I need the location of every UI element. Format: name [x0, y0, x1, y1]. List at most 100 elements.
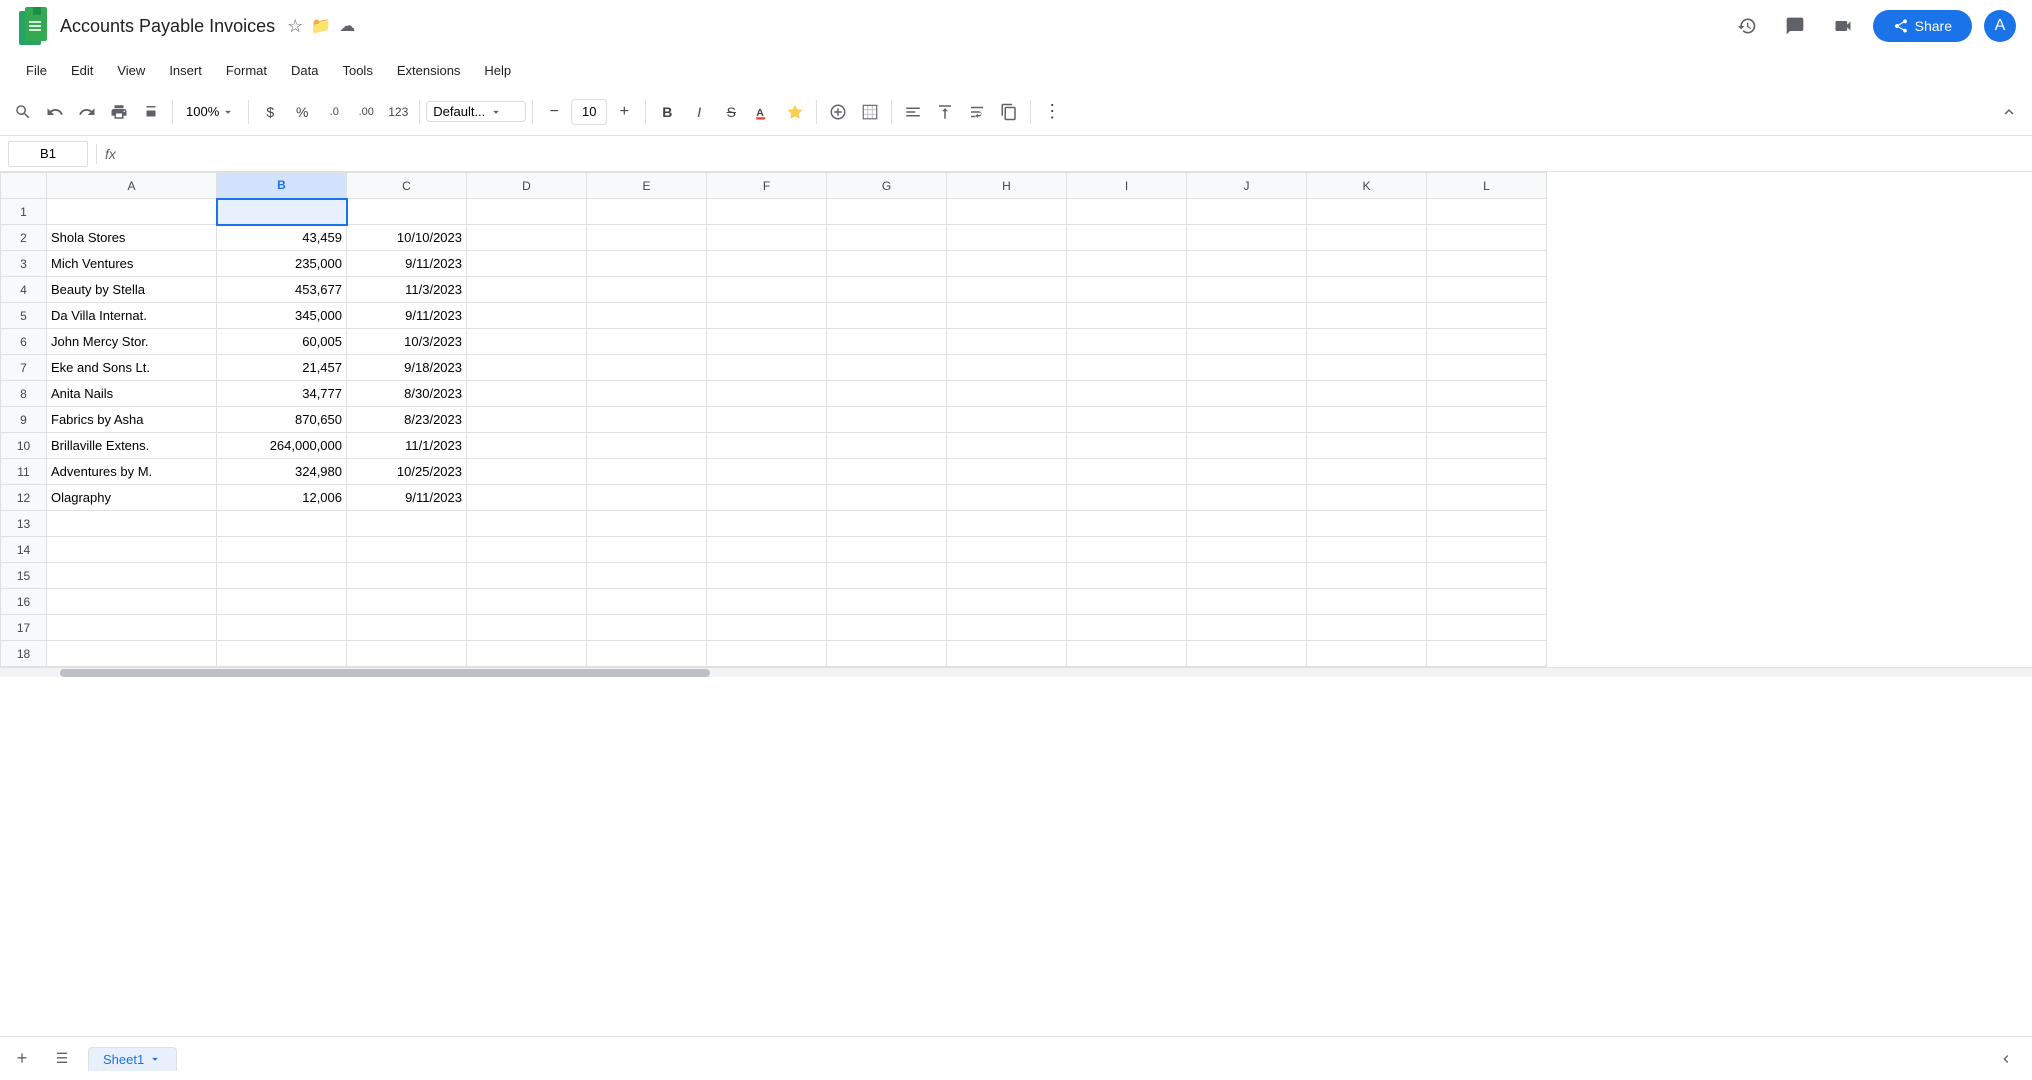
cell-f11[interactable]: [707, 459, 827, 485]
number-format-button[interactable]: 123: [383, 97, 413, 127]
cell-h6[interactable]: [947, 329, 1067, 355]
strikethrough-button[interactable]: S: [716, 97, 746, 127]
cell-b3[interactable]: 235,000: [217, 251, 347, 277]
col-header-j[interactable]: J: [1187, 173, 1307, 199]
cell-a7[interactable]: Eke and Sons Lt.: [47, 355, 217, 381]
cell-j13[interactable]: [1187, 511, 1307, 537]
currency-button[interactable]: $: [255, 97, 285, 127]
cell-b14[interactable]: [217, 537, 347, 563]
cell-b15[interactable]: [217, 563, 347, 589]
cell-e8[interactable]: [587, 381, 707, 407]
col-header-l[interactable]: L: [1427, 173, 1547, 199]
cell-g17[interactable]: [827, 615, 947, 641]
cell-a11[interactable]: Adventures by M.: [47, 459, 217, 485]
cell-f13[interactable]: [707, 511, 827, 537]
cell-g10[interactable]: [827, 433, 947, 459]
redo-button[interactable]: [72, 97, 102, 127]
cell-j4[interactable]: [1187, 277, 1307, 303]
cell-h14[interactable]: [947, 537, 1067, 563]
cell-b4[interactable]: 453,677: [217, 277, 347, 303]
menu-edit[interactable]: Edit: [61, 59, 103, 82]
cell-j10[interactable]: [1187, 433, 1307, 459]
row-number[interactable]: 8: [1, 381, 47, 407]
cell-c8[interactable]: 8/30/2023: [347, 381, 467, 407]
cell-c1[interactable]: [347, 199, 467, 225]
cell-j11[interactable]: [1187, 459, 1307, 485]
cell-f15[interactable]: [707, 563, 827, 589]
col-header-k[interactable]: K: [1307, 173, 1427, 199]
cell-j2[interactable]: [1187, 225, 1307, 251]
cell-k12[interactable]: [1307, 485, 1427, 511]
cell-e6[interactable]: [587, 329, 707, 355]
cell-k2[interactable]: [1307, 225, 1427, 251]
cell-l9[interactable]: [1427, 407, 1547, 433]
zoom-selector[interactable]: 100%: [179, 101, 242, 122]
cell-i8[interactable]: [1067, 381, 1187, 407]
col-header-d[interactable]: D: [467, 173, 587, 199]
cell-f2[interactable]: [707, 225, 827, 251]
cell-e2[interactable]: [587, 225, 707, 251]
cell-k11[interactable]: [1307, 459, 1427, 485]
cell-d3[interactable]: [467, 251, 587, 277]
cell-b11[interactable]: 324,980: [217, 459, 347, 485]
cell-c2[interactable]: 10/10/2023: [347, 225, 467, 251]
cell-f6[interactable]: [707, 329, 827, 355]
cell-b6[interactable]: 60,005: [217, 329, 347, 355]
font-selector[interactable]: Default...: [426, 101, 526, 122]
cell-l8[interactable]: [1427, 381, 1547, 407]
col-header-b[interactable]: B: [217, 173, 347, 199]
cell-e3[interactable]: [587, 251, 707, 277]
cell-g8[interactable]: [827, 381, 947, 407]
cell-f18[interactable]: [707, 641, 827, 667]
cell-d6[interactable]: [467, 329, 587, 355]
cell-b1[interactable]: [217, 199, 347, 225]
cell-h1[interactable]: [947, 199, 1067, 225]
cell-i14[interactable]: [1067, 537, 1187, 563]
cell-a1[interactable]: [47, 199, 217, 225]
cell-i11[interactable]: [1067, 459, 1187, 485]
cell-b12[interactable]: 12,006: [217, 485, 347, 511]
cell-j15[interactable]: [1187, 563, 1307, 589]
col-header-c[interactable]: C: [347, 173, 467, 199]
cell-j5[interactable]: [1187, 303, 1307, 329]
cell-f17[interactable]: [707, 615, 827, 641]
bold-button[interactable]: B: [652, 97, 682, 127]
cell-e11[interactable]: [587, 459, 707, 485]
cell-f16[interactable]: [707, 589, 827, 615]
cell-a6[interactable]: John Mercy Stor.: [47, 329, 217, 355]
text-color-button[interactable]: A: [748, 97, 778, 127]
folder-icon[interactable]: 📁: [311, 16, 331, 36]
cell-k18[interactable]: [1307, 641, 1427, 667]
menu-help[interactable]: Help: [474, 59, 521, 82]
cell-k15[interactable]: [1307, 563, 1427, 589]
cell-a10[interactable]: Brillaville Extens.: [47, 433, 217, 459]
cell-e10[interactable]: [587, 433, 707, 459]
cell-a16[interactable]: [47, 589, 217, 615]
cell-g2[interactable]: [827, 225, 947, 251]
cell-f3[interactable]: [707, 251, 827, 277]
cell-i18[interactable]: [1067, 641, 1187, 667]
cell-h11[interactable]: [947, 459, 1067, 485]
cell-k7[interactable]: [1307, 355, 1427, 381]
cell-g1[interactable]: [827, 199, 947, 225]
cell-l10[interactable]: [1427, 433, 1547, 459]
row-number[interactable]: 17: [1, 615, 47, 641]
cell-e15[interactable]: [587, 563, 707, 589]
comments-icon[interactable]: [1777, 8, 1813, 44]
text-wrap-button[interactable]: [962, 97, 992, 127]
cell-k4[interactable]: [1307, 277, 1427, 303]
cell-h9[interactable]: [947, 407, 1067, 433]
row-number[interactable]: 16: [1, 589, 47, 615]
sheet-tab-sheet1[interactable]: Sheet1: [88, 1047, 177, 1071]
row-number[interactable]: 6: [1, 329, 47, 355]
paint-format-button[interactable]: [136, 97, 166, 127]
menu-insert[interactable]: Insert: [159, 59, 212, 82]
cell-a13[interactable]: [47, 511, 217, 537]
cell-b2[interactable]: 43,459: [217, 225, 347, 251]
menu-format[interactable]: Format: [216, 59, 277, 82]
cell-c7[interactable]: 9/18/2023: [347, 355, 467, 381]
row-number[interactable]: 15: [1, 563, 47, 589]
cell-l17[interactable]: [1427, 615, 1547, 641]
cell-g7[interactable]: [827, 355, 947, 381]
cell-h13[interactable]: [947, 511, 1067, 537]
